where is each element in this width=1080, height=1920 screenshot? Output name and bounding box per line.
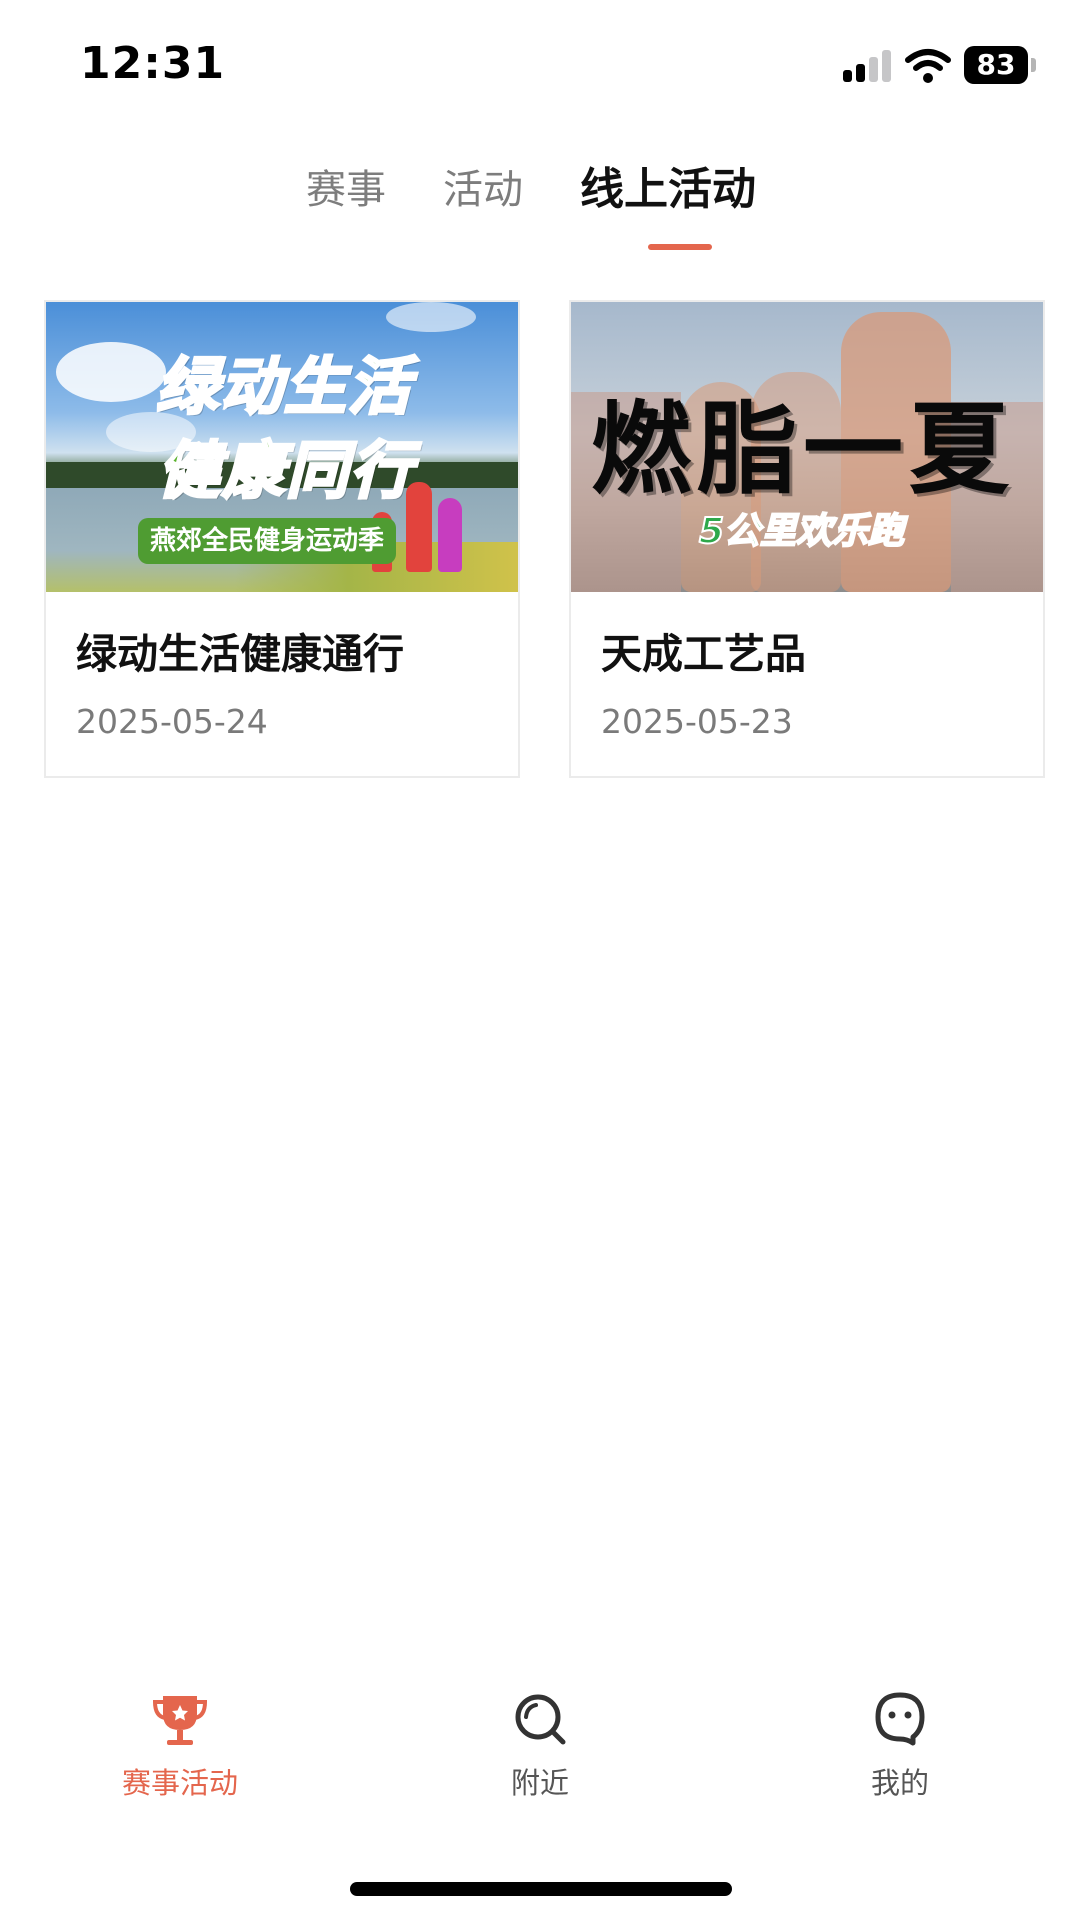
banner-headline-line2: 健康同行 [156,433,415,509]
card-date: 2025-05-24 [76,702,268,741]
nav-item-events[interactable]: 赛事活动 [80,1690,280,1810]
nav-item-profile[interactable]: 我的 [800,1690,1000,1810]
bottom-nav: 赛事活动 附近 我的 [0,1690,1080,1830]
card-banner-image: 燃脂一夏 5公里欢乐跑 [571,302,1043,592]
nav-label-nearby: 附近 [510,1766,569,1800]
profile-icon [875,1692,925,1746]
top-tabs: 赛事 活动 线上活动 [0,160,1080,250]
search-icon [515,1694,566,1745]
home-indicator [350,1882,732,1896]
wifi-icon [905,49,951,83]
tab-events[interactable]: 赛事 [306,160,386,220]
trophy-icon [152,1696,208,1745]
activity-card[interactable]: 绿动生活 健康同行 燕郊全民健身运动季 绿动生活健康通行 2025-05-24 [44,300,520,778]
status-time: 12:31 [80,38,226,89]
banner-headline-line1: 绿动生活 [154,349,413,425]
status-bar: 12:31 83 [0,0,1080,130]
card-title: 天成工艺品 [601,630,806,678]
battery-icon: 83 [964,46,1036,84]
activity-card[interactable]: 燃脂一夏 5公里欢乐跑 天成工艺品 2025-05-23 [569,300,1045,778]
tab-online-activities[interactable]: 线上活动 [580,160,756,220]
banner-tag: 燕郊全民健身运动季 [138,518,397,564]
battery-level: 83 [964,46,1028,84]
active-tab-indicator [648,244,712,250]
card-banner-image: 绿动生活 健康同行 燕郊全民健身运动季 [46,302,518,592]
card-title: 绿动生活健康通行 [76,630,404,678]
nav-label-profile: 我的 [870,1766,929,1800]
nav-item-nearby[interactable]: 附近 [440,1690,640,1810]
signal-icon [843,50,893,82]
tab-activities[interactable]: 活动 [443,160,523,220]
banner-tag: 5公里欢乐跑 [698,510,905,553]
banner-headline: 燃脂一夏 [591,391,1015,508]
nav-label-events: 赛事活动 [121,1766,238,1800]
card-date: 2025-05-23 [601,702,793,741]
